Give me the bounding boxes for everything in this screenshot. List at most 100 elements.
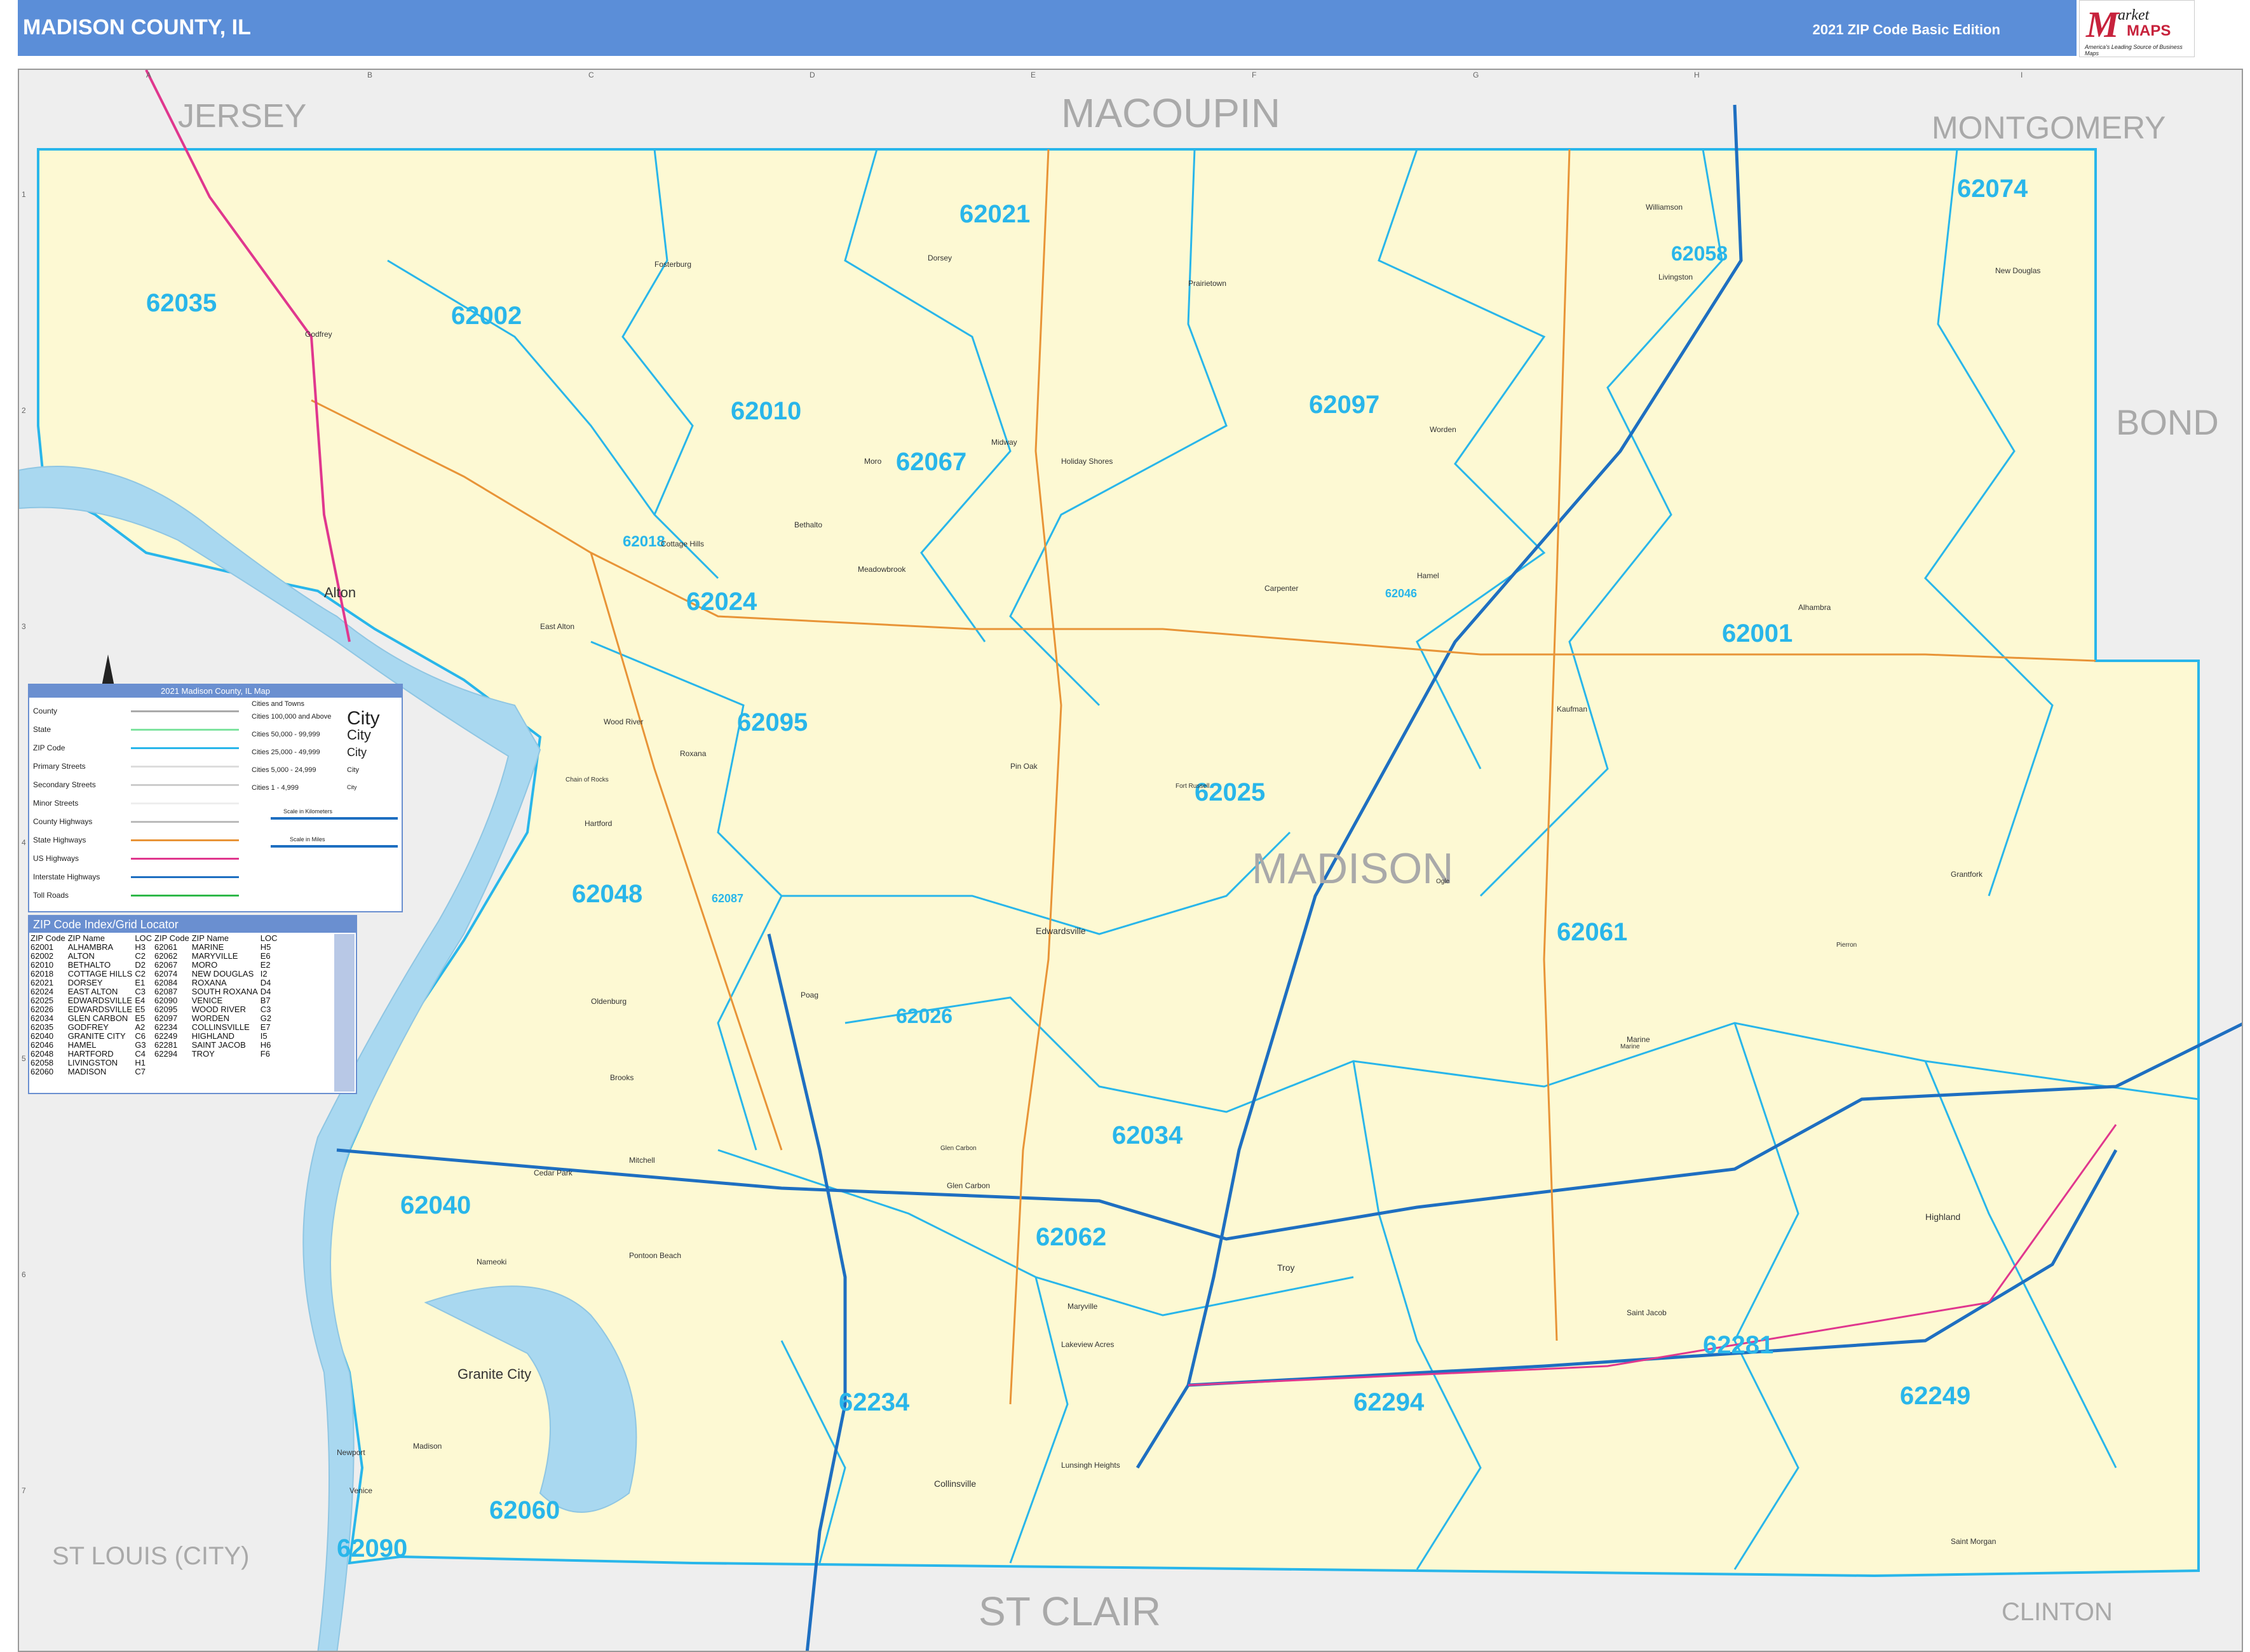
place-nameoki: Nameoki [477, 1257, 506, 1266]
zip-index-cell: E5 [135, 1005, 146, 1014]
legend-city-sample: City [347, 727, 371, 743]
zip-index-cell: E6 [260, 951, 271, 961]
place-carpenter: Carpenter [1264, 584, 1298, 593]
zip-index-cell: VENICE [191, 996, 223, 1005]
zip-index-cell: C7 [135, 1067, 146, 1076]
legend-scale-km: Scale in Kilometers [283, 808, 333, 815]
zip-62024: 62024 [686, 588, 757, 616]
zip-index-cell [261, 1067, 280, 1076]
grid-col-g: G [1473, 71, 1479, 79]
grid-row-labels: 1 2 3 4 5 6 7 [22, 190, 26, 1495]
zip-index-cell: C3 [260, 1005, 271, 1014]
zip-62097: 62097 [1309, 391, 1379, 419]
zip-index-cell: D2 [135, 960, 146, 970]
zip-index-row: 62018 COTTAGE HILLS C2 62074 NEW DOUGLAS I2 [30, 970, 280, 978]
legend-item: Toll Roads [33, 891, 69, 900]
grid-row-7: 7 [22, 1486, 26, 1495]
zip-index-cell: ALHAMBRA [67, 942, 114, 952]
legend-line-state [131, 729, 239, 731]
legend-item: Secondary Streets [33, 780, 96, 789]
zip-index-shade [334, 934, 355, 1092]
legend-city-sample: City [347, 766, 359, 774]
grid-col-a: A [146, 71, 151, 79]
zip-62061: 62061 [1557, 918, 1627, 946]
place-holiday-shores: Holiday Shores [1061, 457, 1113, 466]
map-header: MADISON COUNTY, IL 2021 ZIP Code Basic E… [18, 0, 2077, 56]
grid-col-h: H [1694, 71, 1700, 79]
place-cottage-hills: Cottage Hills [661, 539, 704, 548]
county-st-clair: ST CLAIR [979, 1588, 1161, 1634]
zip-index-cell: 62294 [154, 1049, 178, 1059]
zip-index-cell: G2 [260, 1013, 272, 1023]
place-venice: Venice [349, 1486, 372, 1495]
place-glen-carbon: Glen Carbon [947, 1181, 990, 1190]
zip-62281: 62281 [1703, 1331, 1773, 1359]
zip-index-header-cell: LOC [260, 933, 278, 943]
place-kaufman: Kaufman [1557, 705, 1587, 714]
zip-index-cell: SAINT JACOB [191, 1040, 246, 1050]
zip-index-cell: I5 [260, 1031, 268, 1041]
zip-index-cell: GODFREY [67, 1022, 109, 1032]
zip-index-row: 62060 MADISON C7 [30, 1067, 280, 1076]
zip-index-cell [154, 1059, 192, 1067]
zip-index-cell: H5 [260, 942, 271, 952]
county-montgomery: MONTGOMERY [1932, 110, 2166, 146]
zip-62249: 62249 [1900, 1382, 1970, 1410]
zip-index-cell: I2 [260, 969, 268, 978]
zip-index-cell: WORDEN [191, 1013, 229, 1023]
legend-scale-bar-km [271, 817, 398, 820]
zip-index-cell: H6 [260, 1040, 271, 1050]
zip-index-header-cell: ZIP Code [154, 933, 189, 943]
place-edwardsville: Edwardsville [1036, 926, 1086, 936]
legend-scale-bar-mi [271, 845, 398, 848]
zip-index-row: 62046 HAMEL G3 62281 SAINT JACOB H6 [30, 1041, 280, 1050]
zip-index-cell [261, 1059, 280, 1067]
place-alton: Alton [324, 585, 356, 600]
legend-city-range: Cities 5,000 - 24,999 [252, 766, 316, 774]
legend-line-secondary [131, 784, 239, 786]
place-brooks: Brooks [610, 1073, 634, 1082]
zip-index-row: 62025 EDWARDSVILLE E4 62090 VENICE B7 [30, 996, 280, 1005]
county-jersey: JERSEY [178, 98, 306, 135]
zip-index-cell: 62058 [30, 1058, 54, 1067]
zip-index-cell: 62046 [30, 1040, 54, 1050]
zip-62074: 62074 [1957, 175, 2028, 203]
zip-index-cell: EAST ALTON [67, 987, 118, 996]
zip-62040: 62040 [400, 1191, 471, 1219]
zip-index-row: 62026 EDWARDSVILLE E5 62095 WOOD RIVER C3 [30, 1005, 280, 1014]
zip-index-cell: 62002 [30, 951, 54, 961]
zip-62048: 62048 [572, 880, 642, 908]
place-grantfork: Grantfork [1951, 870, 1983, 879]
zip-index-cell: 62095 [154, 1005, 178, 1014]
place-lunsingh-heights: Lunsingh Heights [1061, 1461, 1120, 1470]
zip-62010: 62010 [731, 397, 801, 425]
place-williamson: Williamson [1646, 203, 1683, 212]
zip-index-cell: 62025 [30, 996, 54, 1005]
zip-index-cell: 62061 [154, 942, 178, 952]
grid-col-i: I [2021, 71, 2023, 79]
zip-62090: 62090 [337, 1534, 407, 1562]
zip-index-cell [192, 1059, 261, 1067]
zip-index-cell: TROY [191, 1049, 215, 1059]
zip-code-index: ZIP Code Index/Grid Locator ZIP Code ZIP … [28, 915, 357, 1094]
zip-index-cell: MARINE [191, 942, 224, 952]
map-legend: 2021 Madison County, IL Map County State… [28, 684, 403, 912]
zip-index-cell: GLEN CARBON [67, 1013, 128, 1023]
zip-index-cell: 62281 [154, 1040, 178, 1050]
zip-index-cell: C2 [135, 969, 146, 978]
place-mitchell: Mitchell [629, 1156, 655, 1165]
zip-62060: 62060 [489, 1496, 560, 1524]
grid-row-5: 5 [22, 1054, 26, 1063]
place-newport: Newport [337, 1448, 365, 1457]
place-marine-2: Marine [1620, 1043, 1640, 1050]
zip-index-table: ZIP Code ZIP Name LOC ZIP Code ZIP Name LOC 62… [30, 934, 280, 1076]
legend-city-range: Cities 25,000 - 49,999 [252, 748, 320, 756]
place-madison: Madison [413, 1442, 442, 1451]
place-fosterburg: Fosterburg [654, 260, 691, 269]
place-livingston: Livingston [1658, 273, 1693, 281]
zip-index-cell: A2 [135, 1022, 146, 1032]
place-saint-morgan: Saint Morgan [1951, 1537, 1996, 1546]
legend-line-us-highways [131, 858, 239, 860]
place-alhambra: Alhambra [1798, 603, 1831, 612]
zip-index-cell: E4 [135, 996, 146, 1005]
